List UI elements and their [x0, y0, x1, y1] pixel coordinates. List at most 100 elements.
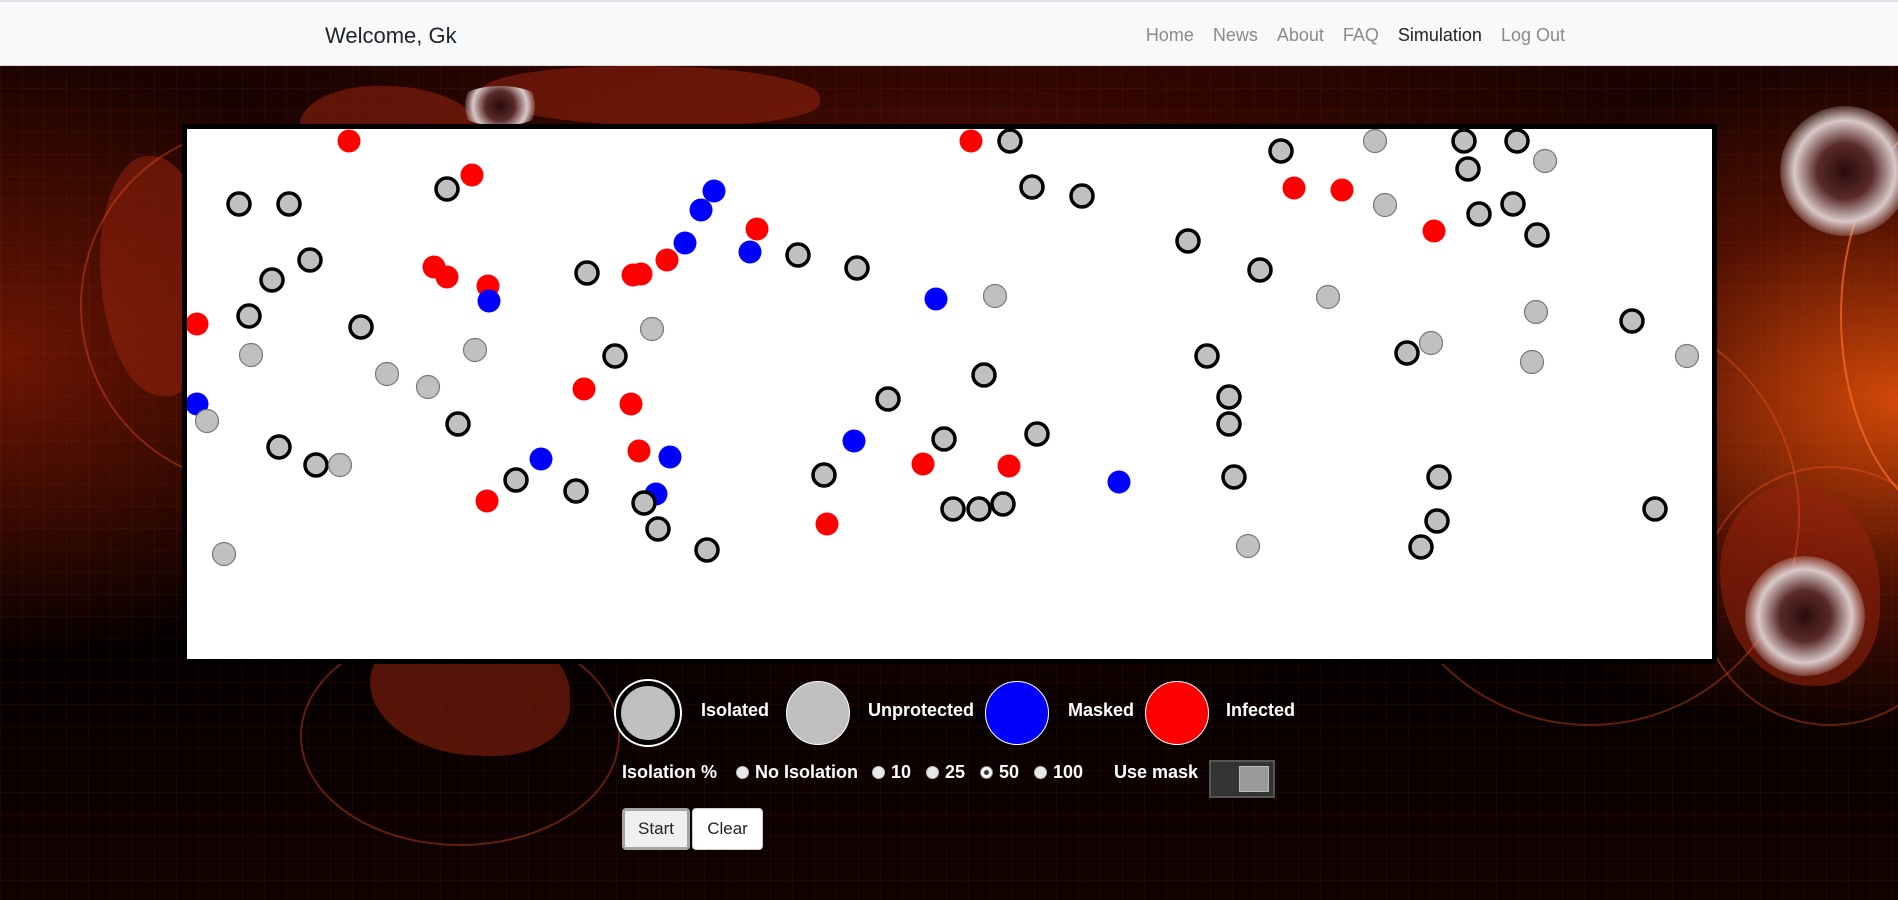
isolated-person: [1221, 464, 1247, 490]
infected-person: [627, 439, 651, 463]
isolated-person: [1504, 129, 1530, 154]
toggle-knob[interactable]: [1239, 766, 1269, 792]
welcome-text: Welcome, Gk: [325, 23, 457, 48]
isolated-person: [1268, 138, 1294, 164]
isolated-person: [303, 452, 329, 478]
isolated-person: [259, 267, 285, 293]
use-mask-label-text: Use mask: [1114, 762, 1199, 782]
infected-person: [572, 377, 596, 401]
isolated-person: [811, 462, 837, 488]
radio-no-isolation[interactable]: No Isolation: [736, 762, 858, 783]
nav-simulation[interactable]: Simulation: [1398, 25, 1482, 46]
nav-logout[interactable]: Log Out: [1501, 25, 1565, 46]
radio-button[interactable]: [736, 766, 749, 779]
unprotected-person: [1315, 284, 1341, 310]
unprotected-person: [1372, 192, 1398, 218]
infected-person: [619, 392, 643, 416]
masked-person: [658, 445, 682, 469]
isolated-person: [844, 255, 870, 281]
isolated-person: [645, 516, 671, 542]
radio-label: 10: [891, 762, 912, 782]
radio-button[interactable]: [926, 766, 939, 779]
radio-50[interactable]: 50: [980, 762, 1019, 783]
masked-person: [924, 287, 948, 311]
infected-person: [655, 248, 679, 272]
nav-news[interactable]: News: [1213, 25, 1258, 46]
isolated-person: [966, 496, 992, 522]
isolated-person: [1175, 228, 1201, 254]
simulation-svg: [187, 129, 1700, 567]
unprotected-person: [1532, 148, 1558, 174]
legend-infected-swatch: [1145, 681, 1209, 745]
masked-person: [842, 429, 866, 453]
unprotected-person: [1519, 349, 1545, 375]
simulation-canvas[interactable]: [182, 124, 1717, 664]
isolated-person: [434, 176, 460, 202]
isolated-person: [1194, 343, 1220, 369]
infected-person: [435, 265, 459, 289]
isolated-person: [1642, 496, 1668, 522]
isolated-person: [1024, 421, 1050, 447]
radio-10[interactable]: 10: [872, 762, 911, 783]
isolated-person: [503, 467, 529, 493]
infected-person: [997, 454, 1021, 478]
nav-about[interactable]: About: [1277, 25, 1324, 46]
masked-person: [702, 179, 726, 203]
virus-icon: [1745, 556, 1865, 676]
isolated-person: [1424, 508, 1450, 534]
unprotected-person: [211, 541, 237, 567]
radio-button-selected[interactable]: [980, 766, 993, 779]
virus-icon: [1780, 106, 1898, 236]
start-button[interactable]: Start: [622, 808, 690, 850]
isolated-person: [602, 343, 628, 369]
radio-button[interactable]: [1034, 766, 1047, 779]
infected-person: [911, 452, 935, 476]
isolated-person: [1500, 191, 1526, 217]
isolated-person: [875, 386, 901, 412]
isolated-person: [1069, 183, 1095, 209]
radio-25[interactable]: 25: [926, 762, 965, 783]
use-mask-label: Use mask: [1114, 762, 1198, 783]
unprotected-person: [982, 283, 1008, 309]
masked-person: [673, 231, 697, 255]
legend-masked-label: Masked: [1068, 700, 1135, 720]
isolation-label: Isolation %: [622, 762, 717, 783]
isolated-person: [997, 129, 1023, 154]
infected-person: [475, 489, 499, 513]
isolated-person: [1216, 411, 1242, 437]
isolated-person: [631, 490, 657, 516]
isolated-person: [1466, 201, 1492, 227]
unprotected-person: [374, 361, 400, 387]
nav-faq[interactable]: FAQ: [1343, 25, 1379, 46]
radio-label: 25: [945, 762, 966, 782]
isolated-person: [563, 478, 589, 504]
isolated-person: [940, 496, 966, 522]
legend-isolated-label: Isolated: [701, 700, 770, 720]
masked-person: [477, 289, 501, 313]
isolated-person: [226, 191, 252, 217]
isolated-person: [348, 314, 374, 340]
use-mask-toggle[interactable]: [1209, 760, 1275, 798]
isolated-person: [1524, 222, 1550, 248]
infected-person: [1330, 178, 1354, 202]
legend-masked-swatch: [985, 681, 1049, 745]
infected-person: [337, 129, 361, 153]
nav-links: Home News About FAQ Simulation Log Out: [1146, 25, 1565, 46]
isolated-person: [1408, 534, 1434, 560]
isolated-person: [990, 491, 1016, 517]
unprotected-person: [415, 374, 441, 400]
infected-person: [1422, 219, 1446, 243]
masked-person: [529, 447, 553, 471]
legend-unprotected-label: Unprotected: [868, 700, 975, 720]
isolated-person: [694, 537, 720, 563]
masked-person: [1107, 470, 1131, 494]
isolated-person: [785, 242, 811, 268]
isolated-person: [1019, 174, 1045, 200]
radio-button[interactable]: [872, 766, 885, 779]
infected-person: [959, 129, 983, 153]
unprotected-person: [238, 342, 264, 368]
nav-home[interactable]: Home: [1146, 25, 1194, 46]
radio-100[interactable]: 100: [1034, 762, 1083, 783]
clear-button[interactable]: Clear: [692, 808, 763, 850]
isolated-person: [1394, 340, 1420, 366]
